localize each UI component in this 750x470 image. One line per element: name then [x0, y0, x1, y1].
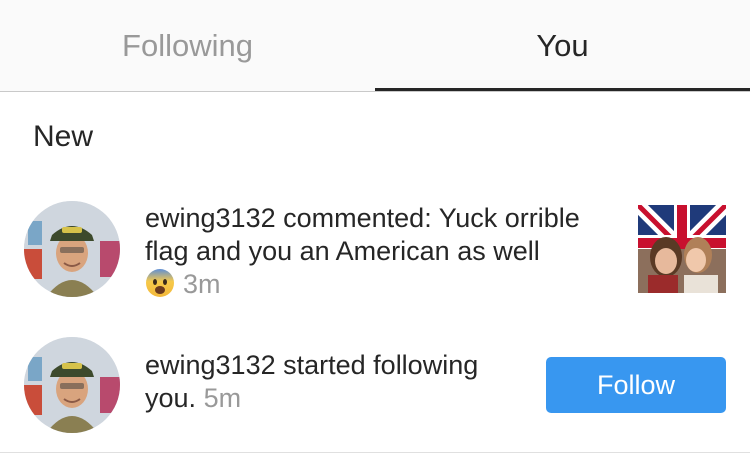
tab-you[interactable]: You	[375, 0, 750, 91]
notification-time: 5m	[203, 383, 242, 413]
divider	[0, 452, 750, 453]
username-link[interactable]: ewing3132	[145, 350, 276, 380]
section-header-new: New	[33, 120, 94, 153]
avatar-image	[24, 337, 120, 433]
notification-text: ewing3132 commented: Yuck orrible flag a…	[145, 202, 625, 306]
notification-text: ewing3132 started following you. 5m	[145, 349, 525, 415]
notification-row[interactable]: ewing3132 started following you. 5m Foll…	[0, 335, 750, 435]
tab-following[interactable]: Following	[0, 0, 375, 91]
activity-tab-bar: Following You	[0, 0, 750, 92]
notification-row[interactable]: ewing3132 commented: Yuck orrible flag a…	[0, 195, 750, 305]
username-link[interactable]: ewing3132	[145, 203, 276, 233]
avatar[interactable]	[24, 201, 120, 297]
active-tab-indicator	[375, 88, 750, 91]
post-thumbnail[interactable]	[638, 205, 726, 293]
avatar[interactable]	[24, 337, 120, 433]
notification-time: 3m	[183, 269, 221, 299]
follow-button[interactable]: Follow	[546, 357, 726, 413]
avatar-image	[24, 201, 120, 297]
post-thumbnail-image	[638, 205, 726, 293]
fearful-face-emoji-icon	[145, 268, 175, 306]
